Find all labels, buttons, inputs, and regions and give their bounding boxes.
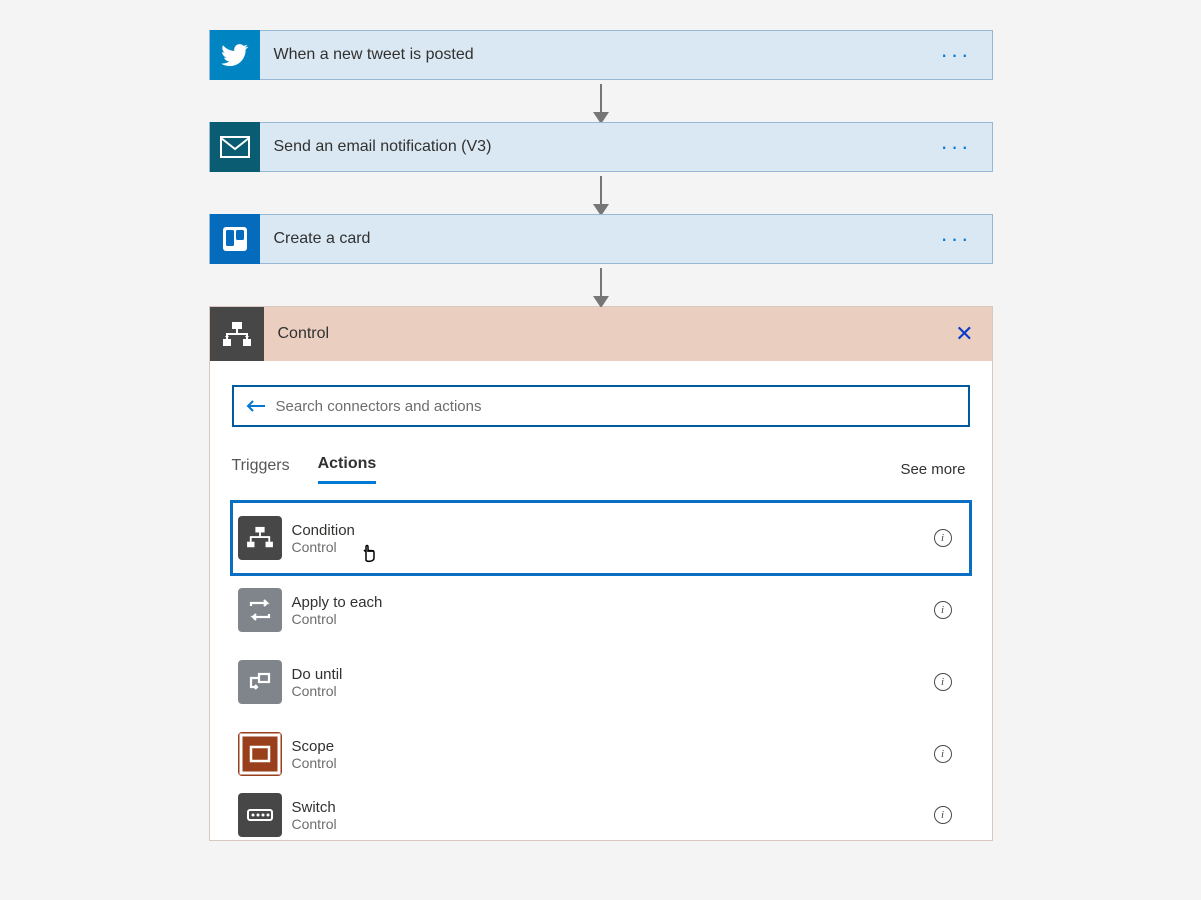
action-condition[interactable]: Condition Control i xyxy=(232,502,970,574)
tabs: Triggers Actions See more xyxy=(232,455,970,484)
tab-triggers[interactable]: Triggers xyxy=(232,457,290,483)
action-subtitle: Control xyxy=(292,683,343,699)
action-title: Apply to each xyxy=(292,594,383,611)
panel-title: Control xyxy=(278,325,330,343)
flow-step-twitter[interactable]: When a new tweet is posted ··· xyxy=(209,30,993,80)
action-subtitle: Control xyxy=(292,611,383,627)
back-arrow-icon[interactable] xyxy=(242,399,270,413)
step-title: Send an email notification (V3) xyxy=(274,138,492,156)
action-apply-to-each[interactable]: Apply to each Control i xyxy=(232,574,970,646)
tab-actions[interactable]: Actions xyxy=(318,455,377,484)
step-menu-button[interactable]: ··· xyxy=(941,136,972,158)
control-icon xyxy=(210,307,264,361)
info-icon[interactable]: i xyxy=(934,529,952,547)
flow-step-trello[interactable]: Create a card ··· xyxy=(209,214,993,264)
scope-icon xyxy=(238,732,282,776)
flow-step-email[interactable]: Send an email notification (V3) ··· xyxy=(209,122,993,172)
info-icon[interactable]: i xyxy=(934,601,952,619)
step-title: When a new tweet is posted xyxy=(274,46,474,64)
do-until-icon xyxy=(238,660,282,704)
close-icon[interactable]: ✕ xyxy=(955,321,973,347)
info-icon[interactable]: i xyxy=(934,806,952,824)
flow-arrow xyxy=(600,84,602,118)
search-box[interactable] xyxy=(232,385,970,427)
step-menu-button[interactable]: ··· xyxy=(941,228,972,250)
action-list: Condition Control i Apply to each Contro… xyxy=(232,502,970,840)
step-title: Create a card xyxy=(274,230,371,248)
action-subtitle: Control xyxy=(292,755,337,771)
see-more-link[interactable]: See more xyxy=(900,461,965,478)
flow-arrow xyxy=(600,268,602,302)
action-title: Condition xyxy=(292,522,355,539)
info-icon[interactable]: i xyxy=(934,673,952,691)
action-title: Switch xyxy=(292,799,337,816)
trello-icon xyxy=(210,214,260,264)
search-input[interactable] xyxy=(276,398,960,415)
cursor-icon xyxy=(360,540,380,564)
panel-header: Control ✕ xyxy=(210,307,992,361)
action-switch[interactable]: Switch Control i xyxy=(232,790,970,840)
twitter-icon xyxy=(210,30,260,80)
step-menu-button[interactable]: ··· xyxy=(941,44,972,66)
action-subtitle: Control xyxy=(292,816,337,832)
action-scope[interactable]: Scope Control i xyxy=(232,718,970,790)
action-title: Scope xyxy=(292,738,337,755)
action-do-until[interactable]: Do until Control i xyxy=(232,646,970,718)
control-panel: Control ✕ Triggers Actions See more xyxy=(209,306,993,841)
info-icon[interactable]: i xyxy=(934,745,952,763)
mail-icon xyxy=(210,122,260,172)
apply-to-each-icon xyxy=(238,588,282,632)
flow-arrow xyxy=(600,176,602,210)
switch-icon xyxy=(238,793,282,837)
action-subtitle: Control xyxy=(292,539,355,555)
condition-icon xyxy=(238,516,282,560)
action-title: Do until xyxy=(292,666,343,683)
